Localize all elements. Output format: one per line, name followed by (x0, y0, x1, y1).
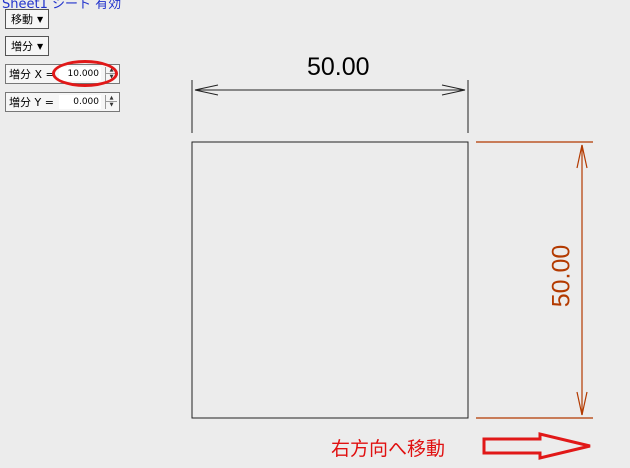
width-dimension-lines (191, 80, 469, 133)
height-dimension-value: 50.00 (547, 244, 576, 308)
square-shape[interactable] (191, 141, 469, 419)
move-instruction-text: 右方向へ移動 (331, 438, 446, 460)
arrow-right-icon (482, 432, 591, 460)
width-dimension-value: 50.00 (307, 53, 370, 81)
